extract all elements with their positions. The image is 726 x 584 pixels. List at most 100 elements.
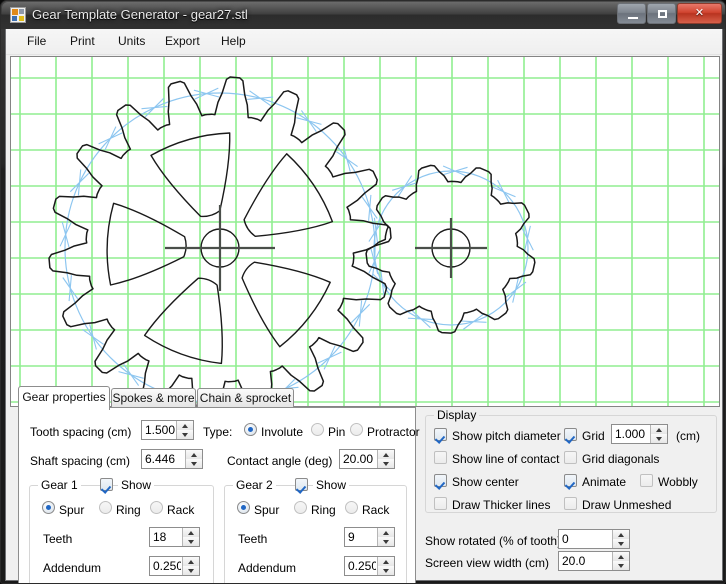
gear-drawing-canvas[interactable] — [10, 56, 720, 407]
animate-checkbox[interactable] — [564, 474, 577, 487]
show-line-of-contact-label: Show line of contact — [452, 452, 560, 466]
shaft-spacing-label: Shaft spacing (cm) — [30, 454, 131, 468]
contact-angle-stepper[interactable]: 20.00 — [339, 449, 395, 469]
type-radio-involute[interactable] — [244, 423, 257, 436]
tab-spokes-and-more[interactable]: Spokes & more — [111, 388, 196, 408]
app-gear-icon — [10, 7, 26, 23]
draw-unmeshed-checkbox[interactable] — [564, 497, 577, 510]
gear2-addendum-spin-buttons[interactable] — [377, 557, 394, 575]
gear2-addendum-decrement[interactable] — [378, 566, 394, 575]
type-label-protractor: Protractor — [367, 425, 420, 439]
gear1-addendum-spin-buttons[interactable] — [182, 557, 199, 575]
show-center-checkbox[interactable] — [434, 474, 447, 487]
gear1-show-checkbox[interactable] — [100, 478, 113, 491]
menu-item-export[interactable]: Export — [158, 33, 207, 50]
close-button[interactable]: ✕ — [677, 3, 722, 24]
show-rotated-value: 0 — [562, 532, 569, 546]
grid-spacing-decrement[interactable] — [651, 434, 667, 443]
gear1-addendum-label: Addendum — [43, 561, 102, 575]
gear-properties-panel: Tooth spacing (cm) 1.500 Type: Involute … — [18, 407, 420, 583]
grid-checkbox[interactable] — [564, 428, 577, 441]
show-pitch-diameter-checkbox[interactable] — [434, 428, 447, 441]
gear2-addendum-value: 0.250 — [348, 559, 376, 573]
grid-diagonals-checkbox[interactable] — [564, 451, 577, 464]
menu-item-units[interactable]: Units — [111, 33, 152, 50]
gear2-addendum-stepper[interactable]: 0.250 — [344, 556, 395, 576]
shaft-spacing-stepper[interactable]: 6.446 — [141, 449, 203, 469]
tab-chain-and-sprocket[interactable]: Chain & sprocket — [197, 388, 294, 408]
gear1-teeth-value: 18 — [153, 530, 167, 544]
gear2-teeth-value: 9 — [348, 530, 355, 544]
gear1-radio-ring[interactable] — [99, 501, 112, 514]
tab-gear-properties[interactable]: Gear properties — [18, 386, 110, 410]
gear2-radio-spur[interactable] — [237, 501, 250, 514]
gear2-radio-ring[interactable] — [294, 501, 307, 514]
show-line-of-contact-checkbox[interactable] — [434, 451, 447, 464]
type-radio-protractor[interactable] — [350, 423, 363, 436]
maximize-button[interactable] — [647, 3, 676, 24]
window-controls: ✕ — [616, 3, 722, 24]
screen-view-width-value: 20.0 — [562, 554, 586, 568]
type-radio-pin[interactable] — [311, 423, 324, 436]
grid-spacing-value: 1.000 — [615, 427, 646, 441]
application-window: Gear Template Generator - gear27.stl ✕ F… — [0, 0, 726, 584]
shaft-spacing-value: 6.446 — [145, 452, 176, 466]
gear1-label-spur: Spur — [59, 503, 85, 517]
tooth-spacing-stepper[interactable]: 1.500 — [141, 420, 194, 440]
menu-bar: File Print Units Export Help — [6, 29, 722, 55]
contact-angle-value: 20.00 — [343, 452, 374, 466]
type-label: Type: — [203, 425, 233, 439]
gear2-show-checkbox[interactable] — [295, 478, 308, 491]
gear1-addendum-value: 0.250 — [153, 559, 181, 573]
show-rotated-spin-buttons[interactable] — [612, 530, 629, 548]
gear1-group: Gear 1 Show Spur Ring Rack Teeth 18 Adde… — [29, 478, 214, 583]
screen-view-width-stepper[interactable]: 20.0 — [558, 551, 630, 571]
gear2-teeth-stepper[interactable]: 9 — [344, 527, 395, 547]
display-caption: Display — [434, 408, 480, 422]
gear1-caption: Gear 1 — [38, 478, 81, 492]
gear1-show-label: Show — [118, 478, 155, 492]
gear1-radio-rack[interactable] — [150, 501, 163, 514]
tooth-spacing-decrement[interactable] — [177, 430, 193, 439]
gear1-radio-spur[interactable] — [42, 501, 55, 514]
gear2-teeth-decrement[interactable] — [378, 537, 394, 546]
screen-view-width-label: Screen view width (cm) — [425, 556, 550, 570]
title-bar[interactable]: Gear Template Generator - gear27.stl ✕ — [1, 1, 725, 29]
gear2-teeth-spin-buttons[interactable] — [377, 528, 394, 546]
gear2-radio-rack[interactable] — [345, 501, 358, 514]
gear1-label-rack: Rack — [167, 503, 195, 517]
grid-spacing-spin-buttons[interactable] — [650, 425, 667, 443]
client-area: File Print Units Export Help Gear proper… — [5, 29, 723, 583]
gear1-addendum-decrement[interactable] — [183, 566, 199, 575]
gear2-addendum-label: Addendum — [238, 561, 297, 575]
draw-thicker-lines-checkbox[interactable] — [434, 497, 447, 510]
menu-item-help[interactable]: Help — [214, 33, 253, 50]
show-rotated-decrement[interactable] — [613, 539, 629, 548]
screen-view-width-spin-buttons[interactable] — [612, 552, 629, 570]
shaft-spacing-decrement[interactable] — [186, 459, 202, 468]
gear1-teeth-label: Teeth — [43, 532, 73, 546]
show-rotated-label: Show rotated (% of tooth) — [425, 534, 562, 548]
gear1-teeth-stepper[interactable]: 18 — [149, 527, 200, 547]
minimize-button[interactable] — [617, 3, 646, 24]
menu-item-print[interactable]: Print — [63, 33, 102, 50]
gear1-teeth-decrement[interactable] — [183, 537, 199, 546]
screen-view-width-decrement[interactable] — [613, 561, 629, 570]
wobbly-checkbox[interactable] — [640, 474, 653, 487]
contact-angle-decrement[interactable] — [378, 459, 394, 468]
tooth-spacing-value: 1.500 — [145, 423, 175, 437]
contact-angle-spin-buttons[interactable] — [377, 450, 394, 468]
grid-label: Grid — [582, 429, 605, 443]
center-marks — [165, 205, 487, 291]
gear2-group: Gear 2 Show Spur Ring Rack Teeth 9 Adden… — [224, 478, 407, 583]
shaft-spacing-spin-buttons[interactable] — [185, 450, 202, 468]
menu-item-file[interactable]: File — [20, 33, 53, 50]
tooth-spacing-spin-buttons[interactable] — [176, 421, 193, 439]
show-rotated-stepper[interactable]: 0 — [558, 529, 630, 549]
grid-lines — [11, 57, 719, 406]
gear1-teeth-spin-buttons[interactable] — [182, 528, 199, 546]
animate-label: Animate — [582, 475, 627, 489]
show-center-label: Show center — [452, 475, 519, 489]
gear1-addendum-stepper[interactable]: 0.250 — [149, 556, 200, 576]
grid-spacing-stepper[interactable]: 1.000 — [611, 424, 668, 444]
